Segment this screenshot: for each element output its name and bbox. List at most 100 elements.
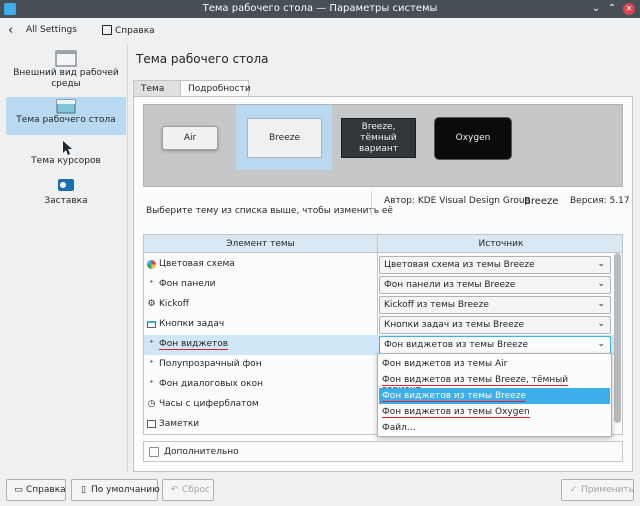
combobox-value: Кнопки задач из темы Breeze (384, 320, 525, 330)
sidebar-item-splash[interactable]: Заставка (6, 178, 126, 210)
theme-version: Версия: 5.17 (570, 196, 630, 206)
maximize-icon[interactable]: ⌃ (606, 3, 618, 15)
theme-author: Автор: KDE Visual Design Group (384, 196, 531, 206)
all-settings-link[interactable]: All Settings (26, 25, 77, 35)
chevron-down-icon: ⌄ (597, 319, 605, 329)
appearance-icon (55, 50, 77, 67)
chevron-down-icon: ⌄ (597, 259, 605, 269)
row-label: Kickoff (159, 299, 189, 309)
scrollbar-thumb[interactable] (614, 253, 621, 423)
row-label: Фон панели (159, 279, 216, 289)
column-header-element[interactable]: Элемент темы (144, 235, 377, 253)
advanced-label[interactable]: Дополнительно (164, 447, 239, 457)
table-row[interactable]: ⚙ Kickoff Kickoff из темы Breeze ⌄ (144, 295, 614, 315)
button-label: По умолчанию (91, 485, 160, 495)
row-label: Кнопки задач (159, 319, 225, 329)
dropdown-option-air[interactable]: Фон виджетов из темы Air (379, 356, 610, 372)
row-label: Часы с циферблатом (159, 399, 259, 409)
sidebar-item-label: Внешний вид рабочей среды (13, 68, 119, 89)
dropdown-option-breeze-dark[interactable]: Фон виджетов из темы Breeze, тёмный вари… (379, 372, 610, 396)
sidebar-item-desktop-theme[interactable]: Тема рабочего стола (6, 97, 126, 135)
option-label: Фон виджетов из темы Breeze (382, 391, 526, 402)
tab-details[interactable]: Подробности (180, 80, 251, 97)
option-label: Файл... (382, 423, 416, 433)
close-icon[interactable]: ✕ (623, 3, 635, 15)
cursor-icon (63, 141, 72, 155)
button-label: Применить (581, 485, 634, 495)
sidebar-item-label: Тема курсоров (31, 156, 101, 166)
theme-card-air[interactable]: Air (162, 126, 218, 150)
minimize-icon[interactable]: ⌄ (590, 3, 602, 15)
sidebar-item-label: Тема рабочего стола (16, 115, 116, 125)
dropdown-option-file[interactable]: Файл... (379, 420, 610, 436)
table-row[interactable]: Кнопки задач Кнопки задач из темы Breeze… (144, 315, 614, 335)
option-label: Фон виджетов из темы Air (382, 359, 508, 369)
window-titlebar: Тема рабочего стола — Параметры системы … (0, 0, 640, 18)
chevron-down-icon: ⌄ (597, 299, 605, 309)
table-scrollbar[interactable] (612, 253, 622, 433)
sparkle-icon: ⁺ (149, 279, 154, 289)
sidebar-item-appearance[interactable]: Внешний вид рабочей среды (6, 48, 126, 98)
theme-card-breeze[interactable]: Breeze (247, 118, 322, 158)
tab-theme[interactable]: Тема (133, 80, 181, 97)
theme-card-label: Breeze, тёмный вариант (358, 121, 399, 154)
row-label: Полупрозрачный фон (159, 359, 262, 369)
combobox-value: Фон виджетов из темы Breeze (384, 340, 528, 350)
reset-button[interactable]: ↶ Сброс (162, 479, 214, 501)
undo-icon: ↶ (170, 485, 179, 495)
row-label: Заметки (159, 419, 200, 429)
table-row-selected[interactable]: ⁺ Фон виджетов Фон виджетов из темы Bree… (144, 335, 614, 355)
source-combobox[interactable]: Фон панели из темы Breeze ⌄ (379, 276, 611, 294)
kickoff-icon: ⚙ (147, 299, 156, 309)
advanced-section: Дополнительно (143, 441, 623, 462)
sidebar-item-cursor-theme[interactable]: Тема курсоров (6, 140, 126, 172)
page-title: Тема рабочего стола (136, 52, 269, 66)
column-header-source[interactable]: Источник (378, 235, 622, 253)
theme-card-label: Breeze (268, 132, 300, 143)
chevron-down-icon: ⌄ (597, 279, 605, 289)
source-combobox-open[interactable]: Фон виджетов из темы Breeze ⌄ (379, 336, 611, 354)
option-label: Фон виджетов из темы Oxygen (382, 407, 530, 418)
help-bottom-button[interactable]: ▭ Справка (6, 479, 66, 501)
table-row[interactable]: Цветовая схема Цветовая схема из темы Br… (144, 255, 614, 275)
back-arrow-icon[interactable]: ‹ (8, 23, 13, 38)
advanced-checkbox[interactable] (149, 447, 159, 457)
sidebar-item-label: Заставка (44, 196, 88, 206)
button-label: Справка (26, 485, 66, 495)
combobox-value: Фон панели из темы Breeze (384, 280, 516, 290)
table-row[interactable]: ⁺ Фон панели Фон панели из темы Breeze ⌄ (144, 275, 614, 295)
theme-card-label: Air (183, 132, 197, 143)
button-label: Сброс (182, 485, 211, 495)
theme-card-breeze-dark[interactable]: Breeze, тёмный вариант (341, 118, 416, 158)
row-label: Фон виджетов (159, 339, 229, 350)
check-icon: ✓ (569, 485, 578, 495)
dropdown-option-breeze[interactable]: Фон виджетов из темы Breeze (379, 388, 610, 404)
source-combobox[interactable]: Кнопки задач из темы Breeze ⌄ (379, 316, 611, 334)
clock-icon: ◷ (147, 399, 156, 409)
theme-card-oxygen[interactable]: Oxygen (434, 117, 512, 160)
help-book-icon: ▭ (14, 485, 23, 495)
taskbar-icon (147, 321, 156, 328)
combobox-value: Kickoff из темы Breeze (384, 300, 489, 310)
color-scheme-icon (147, 260, 156, 269)
theme-name: Breeze (524, 196, 559, 207)
source-combobox[interactable]: Цветовая схема из темы Breeze ⌄ (379, 256, 611, 274)
source-combobox[interactable]: Kickoff из темы Breeze ⌄ (379, 296, 611, 314)
theme-hint: Выберите тему из списка выше, чтобы изме… (146, 206, 393, 216)
dropdown-option-oxygen[interactable]: Фон виджетов из темы Oxygen (379, 404, 610, 420)
chevron-down-icon: ⌄ (597, 339, 605, 349)
splash-toggle-icon (58, 179, 74, 191)
combobox-value: Цветовая схема из темы Breeze (384, 260, 535, 270)
help-button-label: Справка (115, 26, 155, 36)
info-divider (371, 191, 372, 215)
row-label: Фон диалоговых окон (159, 379, 264, 389)
help-book-icon (102, 25, 112, 35)
theme-card-label: Oxygen (455, 133, 491, 143)
defaults-button[interactable]: ▯ По умолчанию (71, 479, 160, 501)
sparkle-icon: ⁺ (149, 379, 154, 389)
sparkle-icon: ⁺ (149, 359, 154, 369)
notes-icon (147, 420, 156, 428)
apply-button[interactable]: ✓ Применить (561, 479, 634, 501)
help-button[interactable]: Справка (98, 22, 159, 40)
sidebar: Внешний вид рабочей среды Тема рабочего … (0, 44, 128, 472)
